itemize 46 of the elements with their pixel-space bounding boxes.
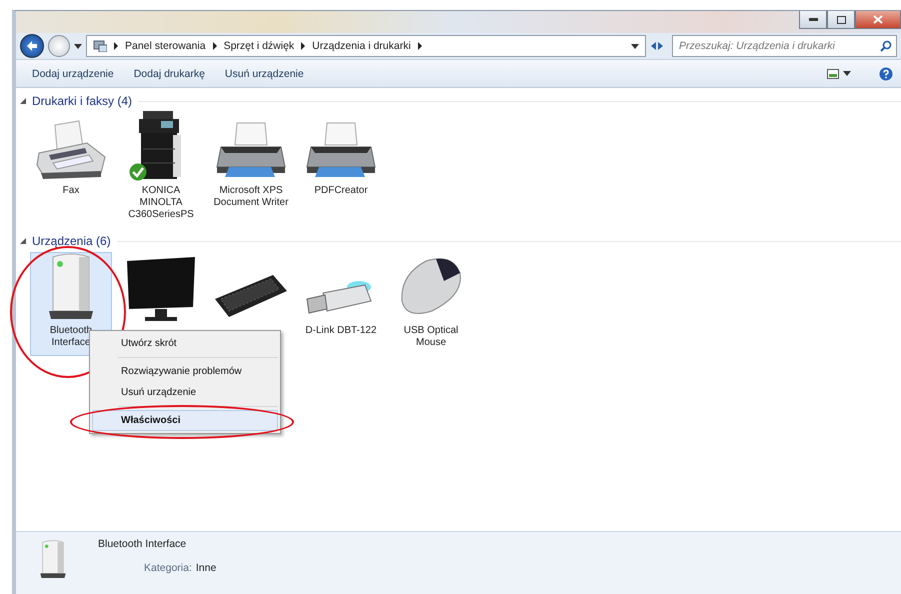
chevron-icon[interactable] <box>113 42 119 50</box>
refresh-icon[interactable] <box>650 40 664 52</box>
toolbar-button[interactable]: Dodaj drukarkę <box>126 64 213 82</box>
control-panel-icon <box>93 40 107 52</box>
maximize-icon <box>836 16 846 24</box>
collapse-arrow-icon[interactable] <box>20 98 26 104</box>
device-name: Bluetooth Interface <box>98 538 188 550</box>
breadcrumb[interactable]: Urządzenia i drukarki <box>312 40 411 52</box>
device-item[interactable]: USB Optical Mouse <box>390 252 472 356</box>
address-bar[interactable]: Panel sterowania Sprzęt i dźwięk Urządzenia i drukarki <box>86 35 646 57</box>
breadcrumb[interactable]: Sprzęt i dźwięk <box>224 40 294 52</box>
search-icon[interactable] <box>880 40 892 52</box>
minimize-icon <box>808 18 818 21</box>
minimize-button[interactable] <box>799 11 827 29</box>
category-value: Inne <box>196 562 216 574</box>
group-header[interactable]: Drukarki i faksy (4) <box>32 94 132 108</box>
toolbar-button[interactable]: Usuń urządzenie <box>216 64 312 82</box>
history-caret-icon[interactable] <box>74 44 82 48</box>
category-label: Kategoria: <box>144 562 192 574</box>
collapse-arrow-icon[interactable] <box>20 238 26 244</box>
menu-item[interactable]: Właściwości <box>92 410 278 431</box>
menu-item[interactable]: Usuń urządzenie <box>92 382 278 403</box>
help-icon[interactable] <box>879 66 893 80</box>
menu-item[interactable]: Rozwiązywanie problemów <box>92 361 278 382</box>
device-item[interactable]: D-Link DBT-122 <box>300 252 382 356</box>
address-caret-icon[interactable] <box>631 44 639 48</box>
device-item[interactable]: Fax <box>30 112 112 216</box>
back-arrow-icon <box>26 41 38 51</box>
maximize-button[interactable] <box>827 11 855 29</box>
search-field[interactable]: Przeszukaj: Urządzenia i drukarki <box>672 35 897 57</box>
view-icon[interactable] <box>827 68 839 78</box>
device-item[interactable]: Bluetooth Interface <box>30 252 112 356</box>
device-item[interactable]: KONICA MINOLTA C360SeriesPS <box>120 112 202 226</box>
group-header[interactable]: Urządzenia (6) <box>32 234 111 248</box>
view-caret-icon[interactable] <box>843 71 851 76</box>
chevron-icon[interactable] <box>212 42 218 50</box>
close-button[interactable] <box>855 11 901 29</box>
chevron-icon[interactable] <box>416 42 423 50</box>
device-item[interactable]: Microsoft XPS Document Writer <box>210 112 292 216</box>
close-icon <box>873 15 883 24</box>
chevron-icon[interactable] <box>300 42 306 50</box>
storage-box-icon <box>38 538 68 580</box>
back-button[interactable] <box>20 34 44 58</box>
breadcrumb[interactable]: Panel sterowania <box>125 40 206 52</box>
toolbar-button[interactable]: Dodaj urządzenie <box>24 64 122 82</box>
device-item[interactable]: PDFCreator <box>300 112 382 216</box>
